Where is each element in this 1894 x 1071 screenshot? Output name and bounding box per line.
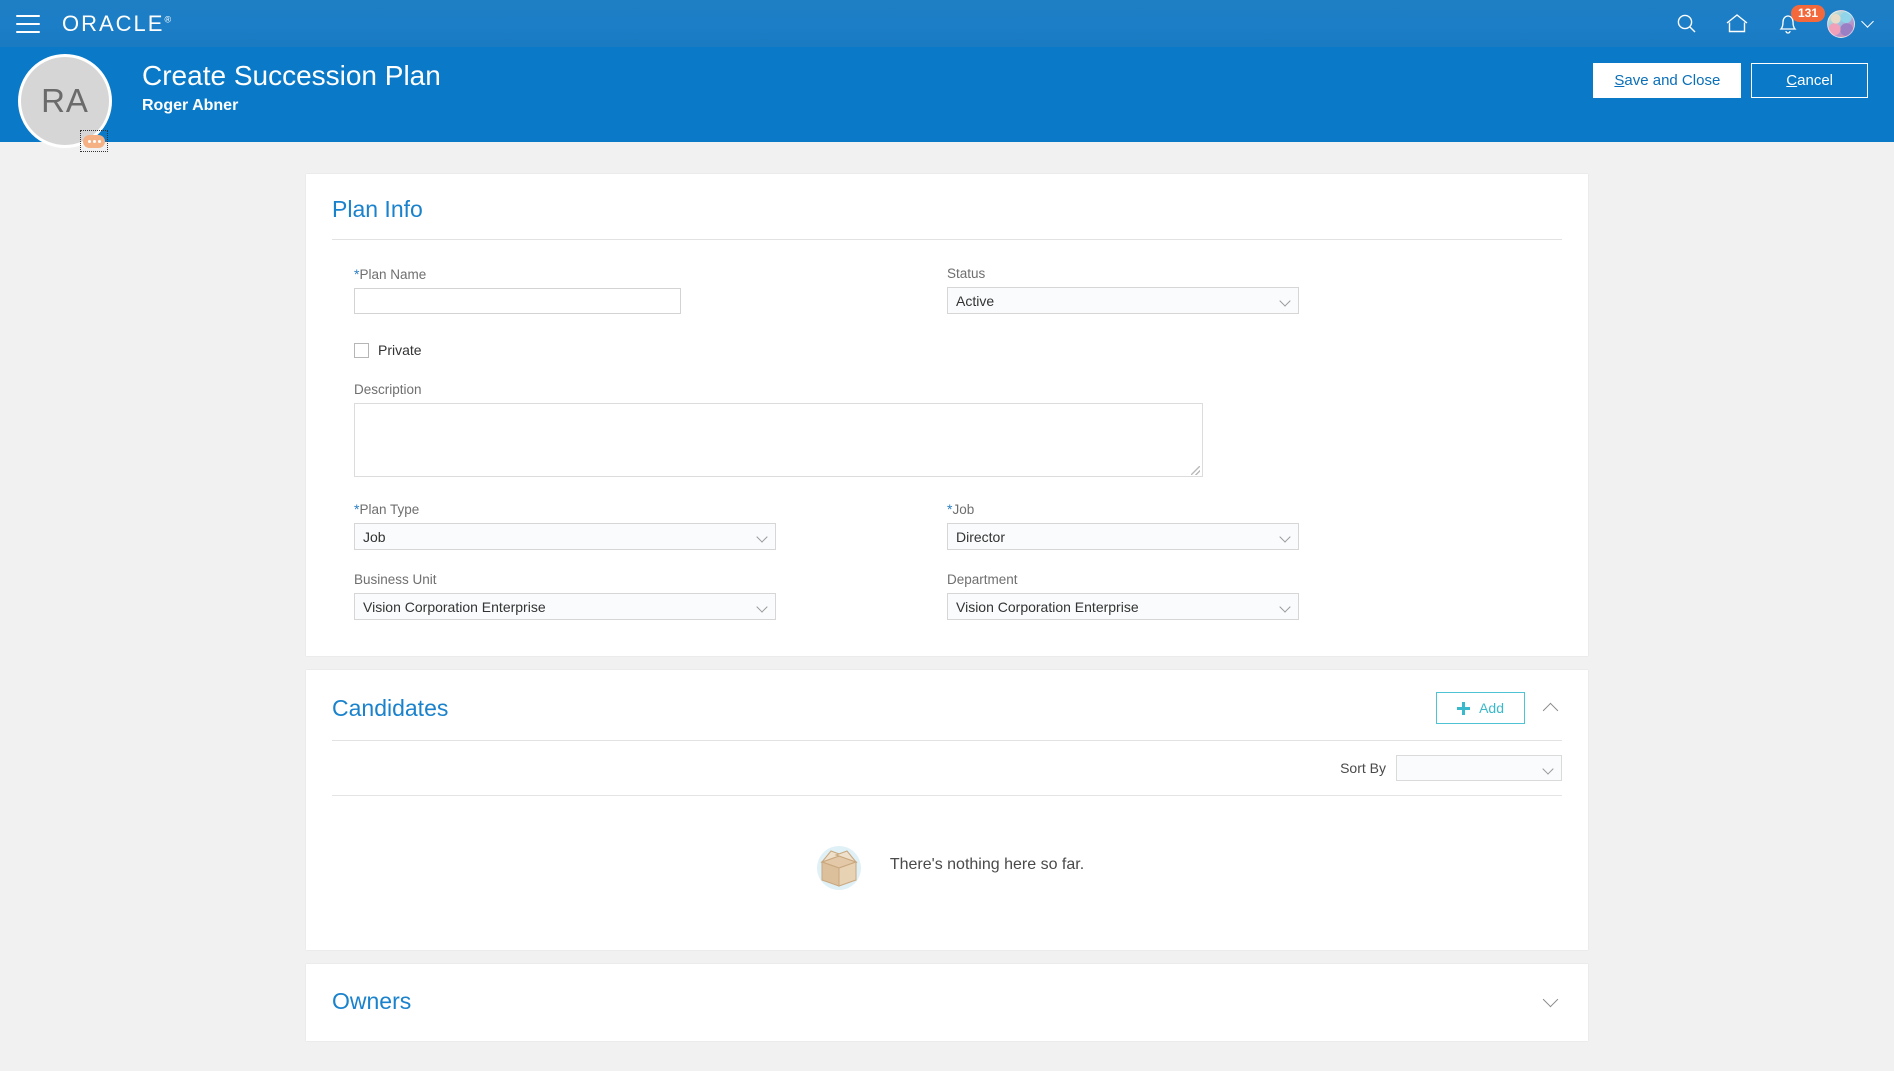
description-label: Description <box>354 382 422 397</box>
plan-type-label: *Plan Type <box>354 501 947 517</box>
private-checkbox-label: Private <box>378 342 422 358</box>
job-value: Director <box>956 528 1006 545</box>
business-unit-select[interactable]: Vision Corporation Enterprise <box>354 593 776 620</box>
owners-expand-toggle[interactable] <box>1539 988 1562 1015</box>
page-title: Create Succession Plan <box>142 60 441 91</box>
candidates-empty-state: There's nothing here so far. <box>332 796 1562 920</box>
description-field-group: Description <box>354 382 1562 477</box>
private-checkbox-row[interactable]: Private <box>354 342 1562 358</box>
chevron-down-icon <box>1542 991 1559 1008</box>
plan-name-label-text: Plan Name <box>359 267 427 282</box>
chevron-down-icon <box>1542 763 1554 775</box>
private-checkbox[interactable] <box>354 342 369 358</box>
plan-info-section: Plan Info *Plan Name Status Active Priva… <box>306 174 1588 656</box>
chevron-down-icon[interactable] <box>1861 15 1874 28</box>
global-header-actions: 131 <box>1676 4 1874 38</box>
oracle-registered-mark: ® <box>164 14 172 25</box>
home-icon[interactable] <box>1725 13 1749 34</box>
plan-type-select[interactable]: Job <box>354 523 776 550</box>
candidates-sort-bar: Sort By <box>332 741 1562 796</box>
sort-by-select[interactable] <box>1396 755 1562 781</box>
department-select[interactable]: Vision Corporation Enterprise <box>947 593 1299 620</box>
chevron-down-icon <box>756 531 768 543</box>
candidates-collapse-toggle[interactable] <box>1539 695 1562 722</box>
main-content: Plan Info *Plan Name Status Active Priva… <box>0 142 1894 1041</box>
save-label-rest: ave and Close <box>1624 72 1721 89</box>
page-subtitle: Roger Abner <box>142 97 239 114</box>
form-row-name-status: *Plan Name Status Active <box>354 266 1562 314</box>
candidates-section: Candidates Add Sort By There's nothing h… <box>306 670 1588 950</box>
save-accesskey-letter: S <box>1614 72 1625 89</box>
page-header-actions: Save and Close Cancel <box>1593 63 1868 98</box>
oracle-logo[interactable]: ORACLE® <box>62 11 171 37</box>
form-row-plantype-job: *Plan Type Job *Job Director <box>354 501 1562 550</box>
chevron-down-icon <box>756 601 768 613</box>
department-label: Department <box>947 572 1018 587</box>
job-label-text: Job <box>952 502 975 517</box>
page-header: Create Succession Plan Roger Abner Save … <box>0 47 1894 142</box>
status-select[interactable]: Active <box>947 287 1299 314</box>
plan-info-title: Plan Info <box>332 196 423 222</box>
empty-box-illustration <box>816 846 861 890</box>
owners-section: Owners <box>306 964 1588 1041</box>
add-button-label: Add <box>1479 700 1504 716</box>
global-header: ORACLE® 131 <box>0 0 1894 47</box>
resize-grip-icon[interactable] <box>1191 466 1200 475</box>
candidates-header: Candidates Add <box>332 692 1562 724</box>
job-label: *Job <box>947 501 1540 517</box>
plan-name-field-group: *Plan Name <box>354 266 947 314</box>
save-and-close-button[interactable]: Save and Close <box>1593 63 1742 98</box>
add-candidate-button[interactable]: Add <box>1436 692 1525 724</box>
status-value: Active <box>956 292 995 309</box>
plan-name-input[interactable] <box>354 288 681 314</box>
chevron-down-icon <box>1279 601 1291 613</box>
plan-type-value: Job <box>363 528 386 545</box>
avatar-initials: RA <box>41 82 89 119</box>
plan-type-field-group: *Plan Type Job <box>354 501 947 550</box>
business-unit-value: Vision Corporation Enterprise <box>363 598 546 615</box>
empty-state-message: There's nothing here so far. <box>889 856 1085 873</box>
notification-count-badge: 131 <box>1791 4 1826 22</box>
cancel-button[interactable]: Cancel <box>1751 63 1868 98</box>
form-row-bu-dept: Business Unit Vision Corporation Enterpr… <box>354 572 1562 620</box>
plan-type-label-text: Plan Type <box>359 502 420 517</box>
owners-title: Owners <box>332 988 412 1014</box>
search-icon[interactable] <box>1676 13 1697 34</box>
oracle-logo-text: ORACLE <box>62 10 165 36</box>
user-avatar[interactable] <box>1827 9 1855 38</box>
user-avatar-menu[interactable] <box>1827 9 1874 38</box>
department-value: Vision Corporation Enterprise <box>956 598 1139 615</box>
description-textarea[interactable] <box>354 403 1203 477</box>
job-field-group: *Job Director <box>947 501 1540 550</box>
chevron-up-icon <box>1542 702 1559 718</box>
chevron-down-icon <box>1279 295 1291 307</box>
business-unit-label: Business Unit <box>354 572 437 587</box>
notifications-bell-icon[interactable]: 131 <box>1777 4 1826 35</box>
status-field-group: Status Active <box>947 266 1540 314</box>
cancel-label-rest: ancel <box>1797 72 1833 89</box>
chevron-down-icon <box>1279 531 1291 543</box>
hamburger-menu-icon[interactable] <box>16 14 40 33</box>
plus-icon <box>1457 701 1471 715</box>
cancel-accesskey-letter: C <box>1786 72 1798 89</box>
business-unit-field-group: Business Unit Vision Corporation Enterpr… <box>354 572 947 620</box>
avatar-block: RA <box>18 54 114 152</box>
job-select[interactable]: Director <box>947 523 1299 550</box>
candidates-header-actions: Add <box>1436 692 1562 724</box>
department-field-group: Department Vision Corporation Enterprise <box>947 572 1540 620</box>
status-label: Status <box>947 266 986 281</box>
candidates-title: Candidates <box>332 694 449 721</box>
plan-info-form: *Plan Name Status Active Private Descrip… <box>332 240 1562 620</box>
plan-name-label: *Plan Name <box>354 266 947 282</box>
sort-by-label: Sort By <box>1340 760 1386 776</box>
